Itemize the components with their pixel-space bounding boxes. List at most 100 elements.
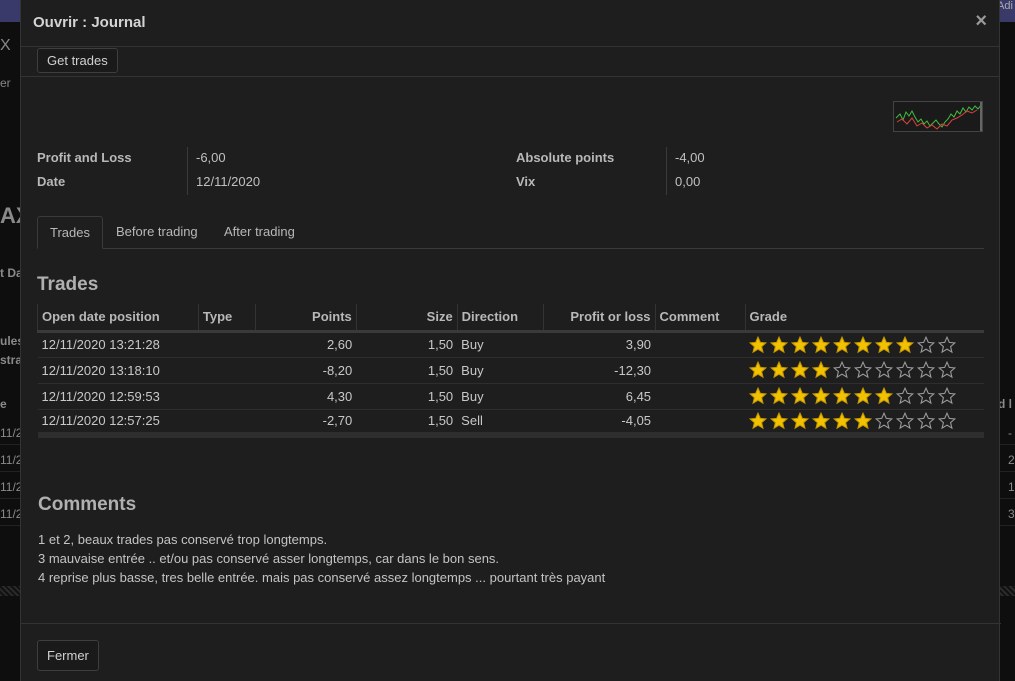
column-header[interactable]: Size xyxy=(355,304,458,333)
trade-comment-cell xyxy=(655,383,746,410)
star-filled-icon[interactable] xyxy=(748,360,768,379)
trade-points-cell: 4,30 xyxy=(255,383,357,410)
star-filled-icon[interactable] xyxy=(748,411,768,430)
star-filled-icon[interactable] xyxy=(811,360,831,379)
star-filled-icon[interactable] xyxy=(811,386,831,405)
star-empty-icon[interactable] xyxy=(937,360,957,379)
trade-pl-cell: 3,90 xyxy=(543,331,656,358)
trade-pl-cell: -12,30 xyxy=(543,357,656,384)
tab-trades[interactable]: Trades xyxy=(37,216,103,249)
star-empty-icon[interactable] xyxy=(937,386,957,405)
star-filled-icon[interactable] xyxy=(748,335,768,354)
star-filled-icon[interactable] xyxy=(790,335,810,354)
comment-line: 1 et 2, beaux trades pas conservé trop l… xyxy=(38,532,328,547)
star-empty-icon[interactable] xyxy=(895,386,915,405)
star-filled-icon[interactable] xyxy=(832,411,852,430)
background-row-value: 1 xyxy=(1008,480,1015,494)
close-icon[interactable]: × xyxy=(975,10,987,33)
star-filled-icon[interactable] xyxy=(874,386,894,405)
star-empty-icon[interactable] xyxy=(895,411,915,430)
star-empty-icon[interactable] xyxy=(916,335,936,354)
chart-thumbnail[interactable] xyxy=(893,101,983,132)
summary-value: -6,00 xyxy=(196,150,226,165)
tab-bar: Trades Before trading After trading xyxy=(37,216,984,249)
trade-date-cell: 12/11/2020 12:57:25 xyxy=(37,409,199,438)
grade-stars[interactable] xyxy=(748,360,980,379)
summary-left: Profit and Loss -6,00 Date 12/11/2020 xyxy=(37,147,497,195)
tab-after-trading[interactable]: After trading xyxy=(212,216,307,249)
background-fragment: d l xyxy=(998,397,1012,411)
column-header[interactable]: Profit or loss xyxy=(542,304,656,333)
summary-row: Vix 0,00 xyxy=(516,171,976,195)
get-trades-button[interactable]: Get trades xyxy=(37,48,118,73)
grade-stars[interactable] xyxy=(748,411,980,430)
star-filled-icon[interactable] xyxy=(769,360,789,379)
trade-date-cell: 12/11/2020 13:21:28 xyxy=(37,331,199,358)
column-header[interactable]: Points xyxy=(254,304,357,333)
star-filled-icon[interactable] xyxy=(853,335,873,354)
star-filled-icon[interactable] xyxy=(832,386,852,405)
grade-stars[interactable] xyxy=(748,335,980,354)
summary-divider xyxy=(666,147,667,171)
background-fragment: er xyxy=(0,76,11,90)
star-empty-icon[interactable] xyxy=(874,411,894,430)
star-filled-icon[interactable] xyxy=(769,411,789,430)
trade-row[interactable]: 12/11/2020 13:21:28 2,60 1,50 Buy 3,90 xyxy=(37,331,984,358)
tab-before-trading[interactable]: Before trading xyxy=(104,216,210,249)
star-filled-icon[interactable] xyxy=(874,335,894,354)
column-header[interactable]: Type xyxy=(197,304,256,333)
star-filled-icon[interactable] xyxy=(853,411,873,430)
comment-line: 4 reprise plus basse, tres belle entrée.… xyxy=(38,570,606,585)
star-empty-icon[interactable] xyxy=(832,360,852,379)
star-filled-icon[interactable] xyxy=(811,335,831,354)
star-empty-icon[interactable] xyxy=(937,335,957,354)
star-filled-icon[interactable] xyxy=(769,386,789,405)
star-empty-icon[interactable] xyxy=(916,411,936,430)
summary-label: Date xyxy=(37,174,66,189)
star-filled-icon[interactable] xyxy=(853,386,873,405)
summary-row: Profit and Loss -6,00 xyxy=(37,147,497,171)
trade-points-cell: 2,60 xyxy=(255,331,357,358)
star-filled-icon[interactable] xyxy=(832,335,852,354)
trade-direction-cell: Sell xyxy=(457,409,544,438)
trade-direction-cell: Buy xyxy=(457,331,544,358)
star-filled-icon[interactable] xyxy=(895,335,915,354)
trade-row[interactable]: 12/11/2020 12:59:53 4,30 1,50 Buy 6,45 xyxy=(37,383,984,410)
column-header[interactable]: Direction xyxy=(456,304,544,333)
column-header[interactable]: Comment xyxy=(654,304,746,333)
modal-header: Ouvrir : Journal × xyxy=(21,0,999,47)
summary-label: Absolute points xyxy=(516,150,615,165)
trade-row[interactable]: 12/11/2020 12:57:25 -2,70 1,50 Sell -4,05 xyxy=(37,409,984,438)
journal-modal: Ouvrir : Journal × Get trades Profit and… xyxy=(20,0,1001,681)
star-empty-icon[interactable] xyxy=(916,386,936,405)
star-filled-icon[interactable] xyxy=(748,386,768,405)
star-filled-icon[interactable] xyxy=(811,411,831,430)
star-empty-icon[interactable] xyxy=(895,360,915,379)
trades-table: Open date position Type Points Size Dire… xyxy=(37,304,984,438)
star-empty-icon[interactable] xyxy=(874,360,894,379)
trade-type-cell xyxy=(198,357,256,384)
comments-heading: Comments xyxy=(38,494,137,515)
trade-type-cell xyxy=(198,331,256,358)
star-empty-icon[interactable] xyxy=(916,360,936,379)
trades-heading: Trades xyxy=(37,274,99,295)
trade-row[interactable]: 12/11/2020 13:18:10 -8,20 1,50 Buy -12,30 xyxy=(37,357,984,384)
star-empty-icon[interactable] xyxy=(937,411,957,430)
background-row-value: - xyxy=(1008,426,1012,440)
modal-toolbar: Get trades xyxy=(21,47,999,77)
column-header[interactable]: Grade xyxy=(744,304,984,333)
star-filled-icon[interactable] xyxy=(790,411,810,430)
star-empty-icon[interactable] xyxy=(853,360,873,379)
column-header[interactable]: Open date position xyxy=(37,304,199,333)
trade-size-cell: 1,50 xyxy=(356,383,458,410)
trade-comment-cell xyxy=(655,357,746,384)
background-row-value: 2 xyxy=(1008,453,1015,467)
fermer-button[interactable]: Fermer xyxy=(37,640,99,671)
star-filled-icon[interactable] xyxy=(790,386,810,405)
star-filled-icon[interactable] xyxy=(769,335,789,354)
summary-value: 0,00 xyxy=(675,174,701,189)
grade-stars[interactable] xyxy=(748,386,980,405)
star-filled-icon[interactable] xyxy=(790,360,810,379)
trade-type-cell xyxy=(198,383,256,410)
summary-divider xyxy=(666,171,667,195)
